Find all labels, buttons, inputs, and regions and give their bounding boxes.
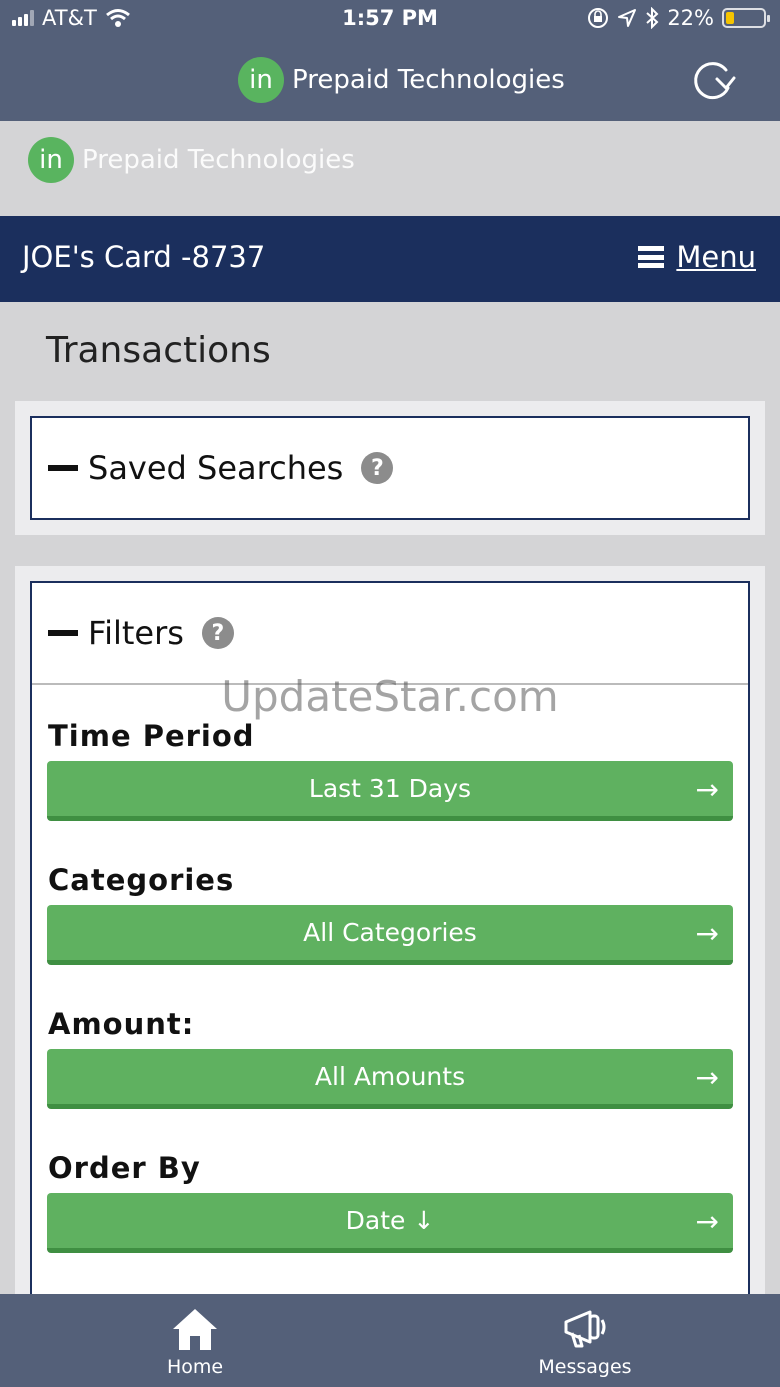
filters-toggle[interactable]: Filters ? [32,583,748,683]
battery-fill [726,12,734,24]
orientation-lock-icon [588,8,609,28]
saved-searches-label: Saved Searches [88,449,344,487]
help-icon[interactable]: ? [201,617,234,649]
tab-bar: Home Messages [0,1294,780,1387]
status-bar: AT&T 1:57 PM 22% [0,0,780,40]
order-by-value: Date ↓ [345,1206,435,1235]
collapse-minus-icon [48,630,78,636]
categories-label: Categories [48,863,235,897]
hamburger-icon [638,246,665,268]
categories-button[interactable]: All Categories → [47,905,733,965]
order-by-button[interactable]: Date ↓ → [47,1193,733,1253]
brand-logo-icon: in [238,57,284,103]
arrow-right-icon: → [695,1061,719,1094]
amount-value: All Amounts [314,1062,466,1091]
amount-button[interactable]: All Amounts → [47,1049,733,1109]
refresh-icon[interactable] [688,56,738,106]
menu-label: Menu [676,240,756,274]
page-title: Transactions [46,330,271,371]
arrow-right-icon: → [695,917,719,950]
battery-icon [722,8,770,28]
tab-home-label: Home [166,1356,224,1378]
saved-searches-panel: Saved Searches ? [15,401,765,535]
arrow-right-icon: → [695,1205,719,1238]
battery-percent: 22% [667,6,714,30]
site-brand-name: Prepaid Technologies [82,145,355,175]
tab-home[interactable]: Home [115,1306,275,1378]
tab-messages-label: Messages [538,1356,632,1378]
app-brand: in Prepaid Technologies [238,57,565,103]
time-period-label: Time Period [48,719,255,753]
filters-label: Filters [88,614,184,652]
time-period-value: Last 31 Days [308,774,472,803]
arrow-right-icon: → [695,773,719,806]
home-icon [173,1309,217,1350]
order-by-label: Order By [48,1151,201,1185]
watermark: UpdateStar.com [221,672,559,721]
app-header: in Prepaid Technologies [0,50,780,110]
saved-searches-toggle[interactable]: Saved Searches ? [32,418,748,518]
site-brand: in Prepaid Technologies [28,137,355,183]
menu-button[interactable]: Menu [638,240,756,274]
card-bar: JOE's Card -8737 Menu [0,216,780,302]
site-logo-icon: in [28,137,74,183]
bluetooth-icon [646,7,659,29]
tab-messages[interactable]: Messages [505,1306,665,1378]
top-band: AT&T 1:57 PM 22% in Prepaid Technologies [0,0,780,121]
site-banner: in Prepaid Technologies [0,121,780,216]
help-icon[interactable]: ? [361,452,394,484]
categories-value: All Categories [303,918,477,947]
megaphone-icon [564,1310,606,1348]
brand-name: Prepaid Technologies [292,65,565,95]
location-icon [618,9,637,27]
time-period-button[interactable]: Last 31 Days → [47,761,733,821]
amount-label: Amount: [48,1007,195,1041]
collapse-minus-icon [48,465,78,471]
card-title: JOE's Card -8737 [22,240,266,274]
